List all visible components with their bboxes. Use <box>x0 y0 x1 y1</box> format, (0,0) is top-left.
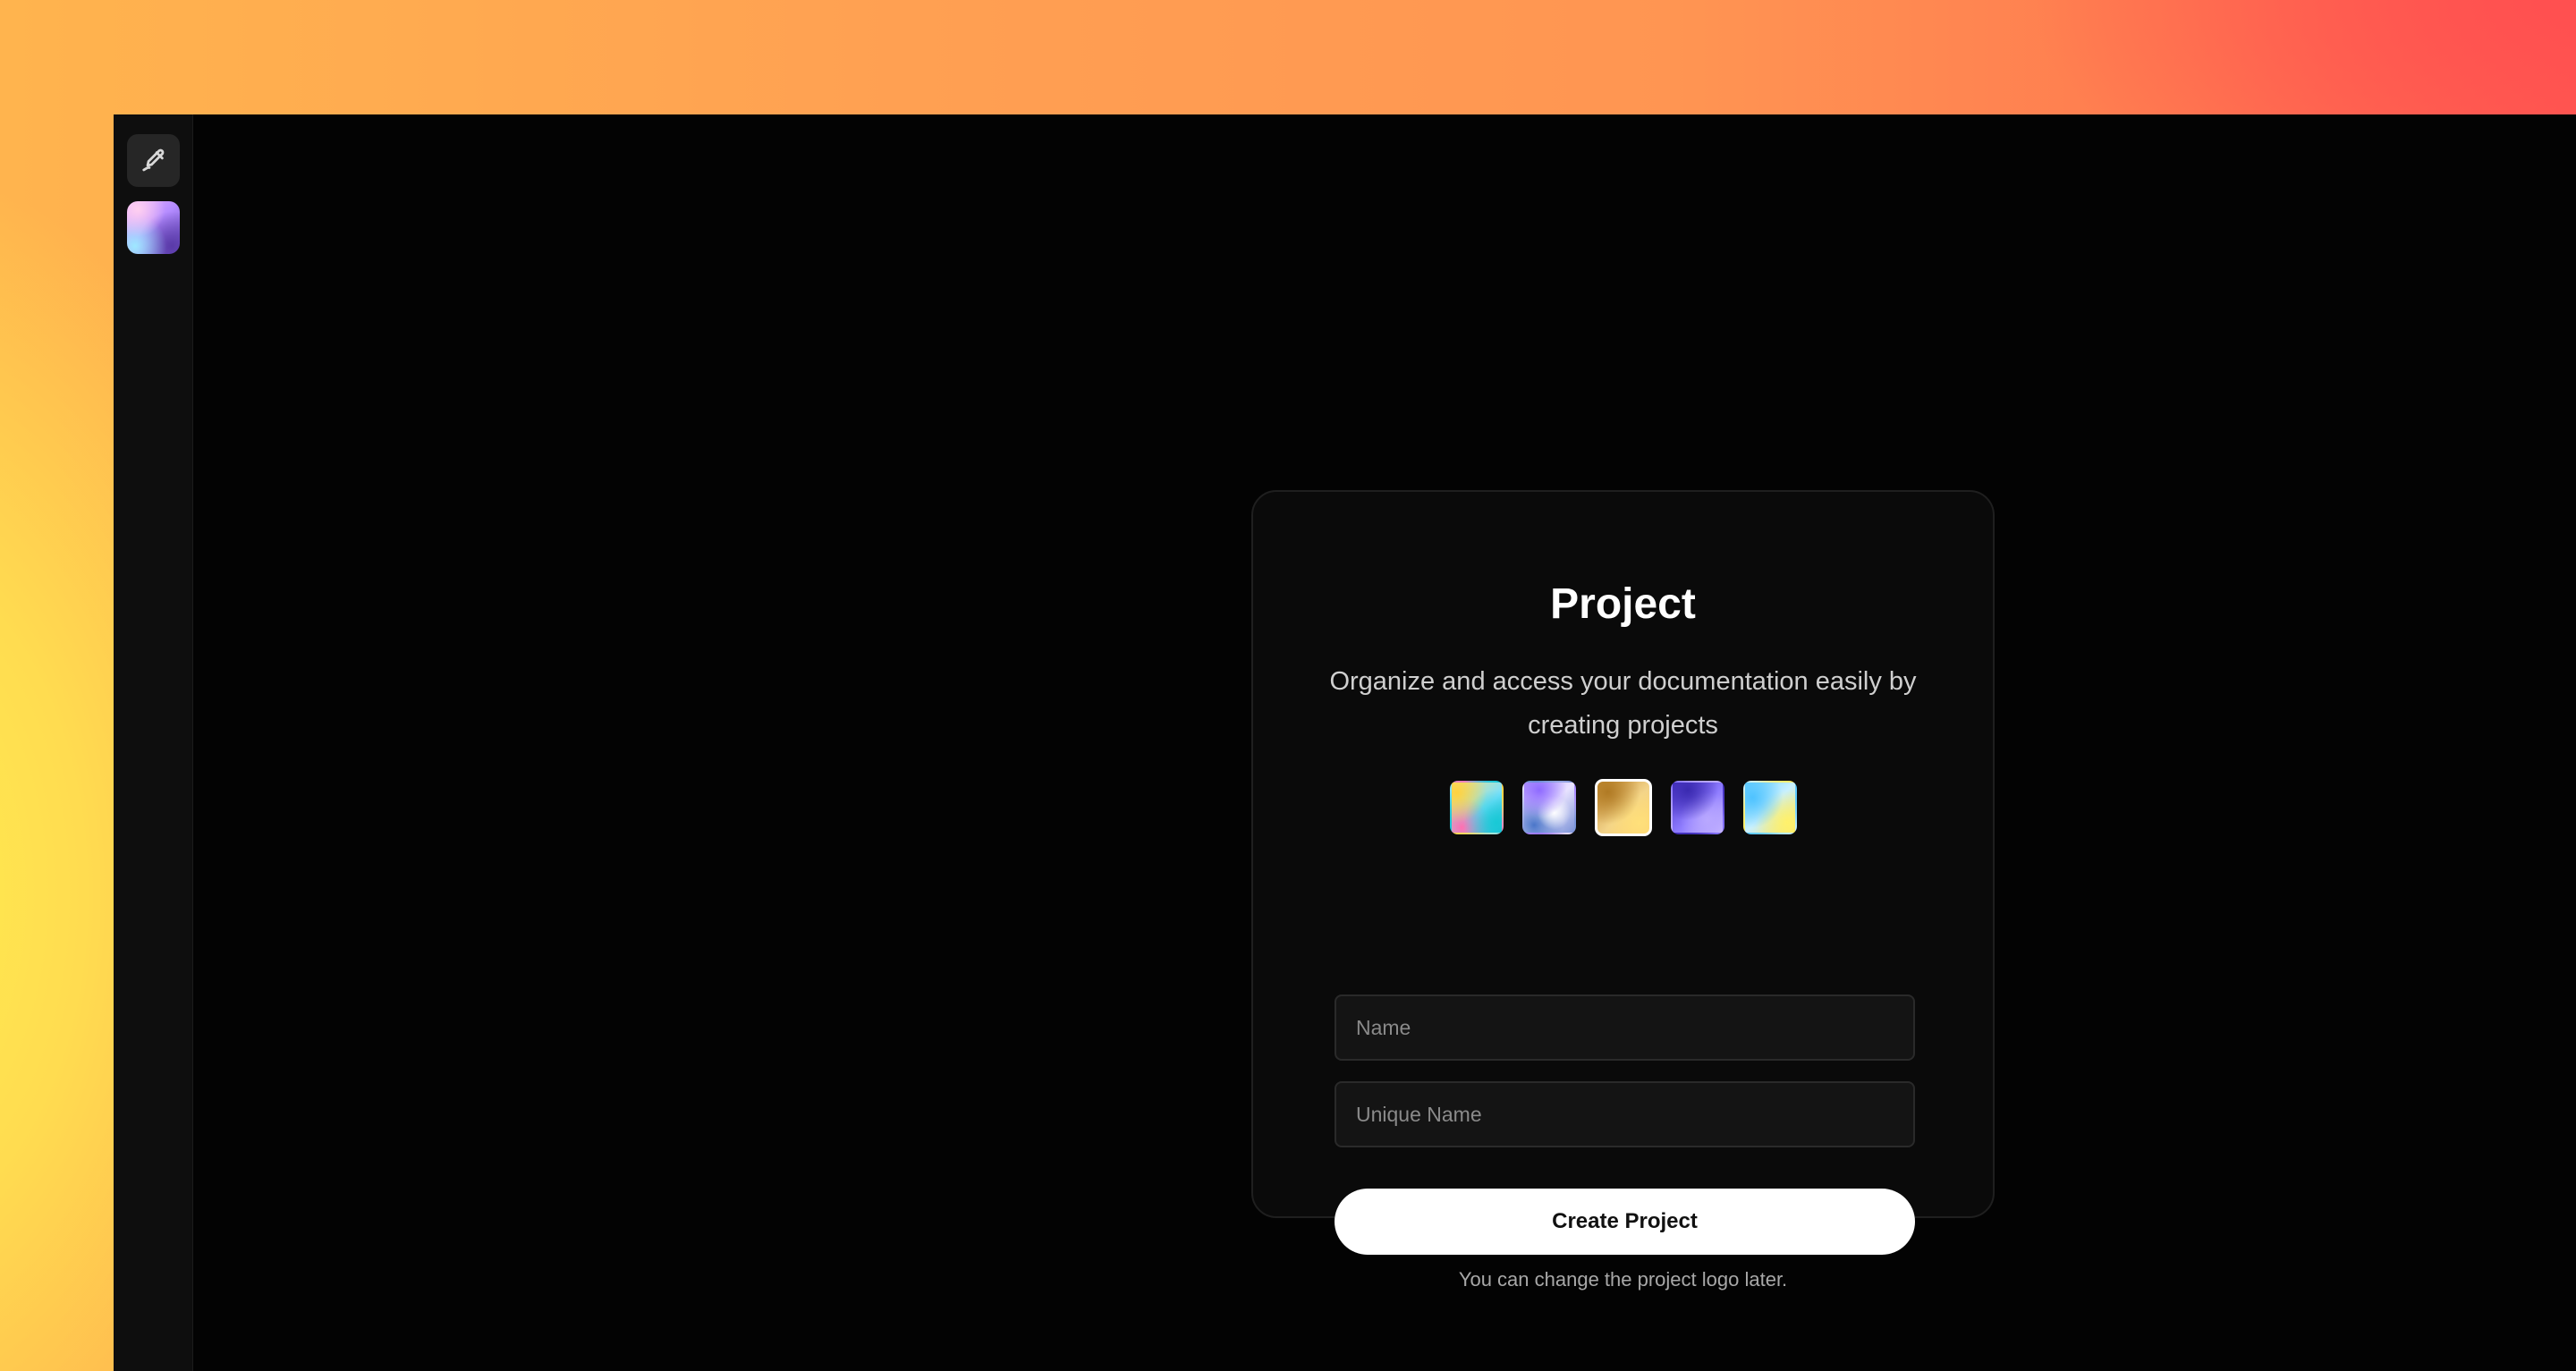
pen-edit-icon <box>141 148 164 171</box>
card-subtitle: Organize and access your documentation e… <box>1329 667 1917 740</box>
gradient-logo-4[interactable] <box>1671 781 1724 834</box>
sidebar-project-logo[interactable] <box>127 201 180 254</box>
gradient-logo-5[interactable] <box>1743 781 1797 834</box>
main-content: Project Organize and access your documen… <box>193 114 2576 1371</box>
gradient-logo-2[interactable] <box>1522 781 1576 834</box>
app-window: Project Organize and access your documen… <box>114 114 2576 1371</box>
sidebar-edit-button[interactable] <box>127 134 180 187</box>
unique-name-input[interactable] <box>1335 1081 1915 1147</box>
name-input[interactable] <box>1335 994 1915 1061</box>
gradient-logo-3[interactable] <box>1594 779 1652 836</box>
create-project-button[interactable]: Create Project <box>1335 1189 1915 1255</box>
gradient-logo-1[interactable] <box>1450 781 1504 834</box>
sidebar <box>114 114 193 1371</box>
logo-hint-text: You can change the project logo later. <box>1458 1268 1788 1291</box>
create-project-card: Project Organize and access your documen… <box>1251 490 1995 1255</box>
page-title: Project <box>1550 580 1696 628</box>
logo-picker <box>1253 779 1993 836</box>
